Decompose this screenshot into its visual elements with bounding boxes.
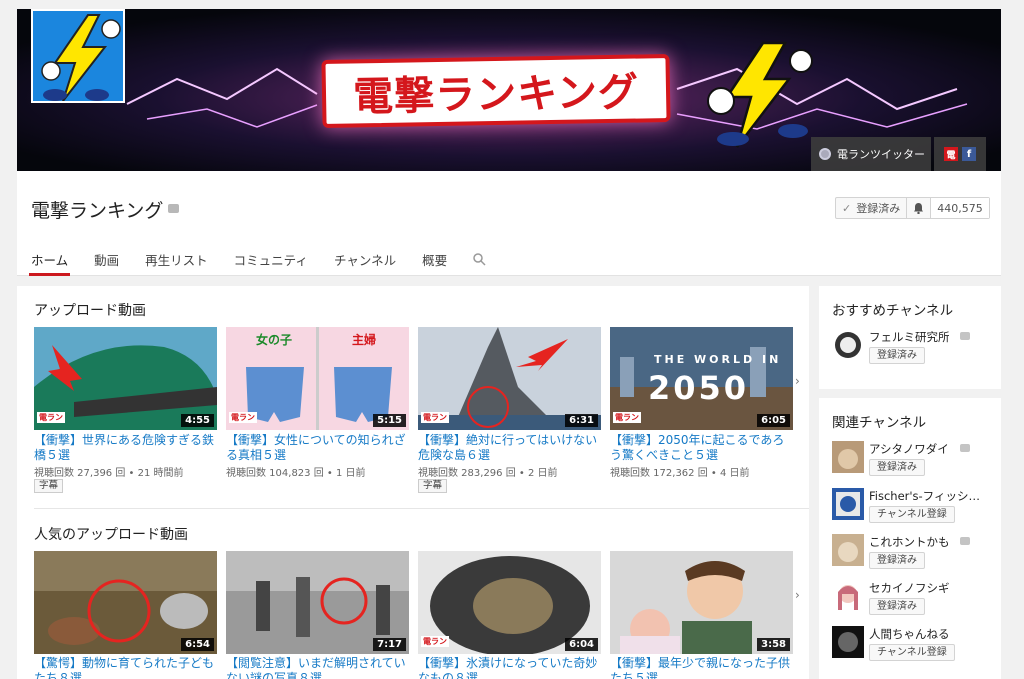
channel-avatar[interactable] — [31, 9, 125, 103]
channel-avatar[interactable] — [832, 626, 864, 658]
related-channels-panel: 関連チャンネル アシタノワダイ 登録済み Fischer's-フィッシ… チャン… — [819, 398, 1001, 679]
recommended-channels-panel: おすすめチャンネル フェルミ研究所 登録済み — [819, 286, 1001, 389]
video-duration: 4:55 — [181, 414, 214, 427]
subscribed-button[interactable]: 登録済み — [869, 552, 925, 569]
related-title: 関連チャンネル — [832, 415, 927, 431]
video-duration: 6:54 — [181, 638, 214, 651]
tab-about[interactable]: 概要 — [422, 243, 447, 276]
video-duration: 3:58 — [757, 638, 790, 651]
dengeki-icon[interactable]: 電 — [944, 147, 958, 161]
video-duration: 5:15 — [373, 414, 406, 427]
video-duration: 7:17 — [373, 638, 406, 651]
channel-header: 電撃ランキング ✓ 登録済み 440,575 ホーム 動画 再生リスト コミュニ… — [17, 171, 1001, 276]
thumb-label-wife: 主婦 — [352, 333, 377, 347]
video-title[interactable]: 【驚愕】動物に育てられた子どもたち８選 — [34, 656, 219, 679]
channel-item: 人間ちゃんねる チャンネル登録 — [832, 626, 998, 666]
caption-badge: 字幕 — [34, 479, 64, 493]
thumb-text-year: 2050 — [648, 369, 750, 407]
video-meta: 視聴回数 104,823 回 • 1 日前 — [226, 468, 366, 479]
video-title[interactable]: 【衝撃】世界にある危険すぎる鉄橋５選 — [34, 433, 219, 463]
banner-title: 電撃ランキング — [321, 53, 671, 129]
channel-item: アシタノワダイ 登録済み — [832, 441, 998, 481]
channel-name[interactable]: アシタノワダイ — [869, 441, 949, 457]
chevron-right-icon[interactable]: › — [795, 374, 800, 388]
subscribe-button[interactable]: チャンネル登録 — [869, 644, 955, 661]
twitter-link-label: 電ランツイッター — [837, 148, 925, 161]
subscribe-group: ✓ 登録済み 440,575 — [835, 197, 990, 219]
thumb-logo: 電ラン — [421, 412, 449, 423]
check-icon: ✓ — [842, 201, 852, 215]
thumb-label-girl: 女の子 — [256, 333, 293, 347]
bell-icon — [914, 203, 924, 214]
channel-avatar[interactable] — [832, 580, 864, 612]
social-links: 電 f — [934, 137, 986, 171]
main-content: アップロード動画 4:55 女の子 主婦 5:15 6:31 THE WORLD… — [17, 286, 809, 679]
channel-name[interactable]: これホントかも — [869, 534, 950, 550]
subscribed-label: 登録済み — [856, 202, 901, 215]
video-thumbnail[interactable]: 6:54 — [34, 551, 217, 654]
tab-home[interactable]: ホーム — [28, 243, 71, 276]
channel-name[interactable]: 人間ちゃんねる — [869, 626, 950, 642]
channel-avatar[interactable] — [832, 329, 864, 361]
section-title-popular[interactable]: 人気のアップロード動画 — [34, 524, 188, 544]
verified-icon — [960, 444, 970, 452]
thumb-logo: 電ラン — [421, 636, 449, 647]
video-title[interactable]: 【衝撃】女性についての知られざる真相５選 — [226, 433, 411, 463]
subscribed-button[interactable]: 登録済み — [869, 459, 925, 476]
section-divider — [34, 508, 809, 509]
channel-name[interactable]: セカイノフシギ — [869, 580, 950, 596]
channel-avatar[interactable] — [832, 488, 864, 520]
globe-icon — [819, 148, 831, 160]
thumb-logo: 電ラン — [613, 412, 641, 423]
chevron-right-icon[interactable]: › — [795, 588, 800, 602]
channel-avatar[interactable] — [832, 534, 864, 566]
video-duration: 6:31 — [565, 414, 598, 427]
video-duration: 6:05 — [757, 414, 790, 427]
verified-icon — [960, 537, 970, 545]
subscribe-button[interactable]: チャンネル登録 — [869, 506, 955, 523]
subscribed-button[interactable]: 登録済み — [869, 598, 925, 615]
video-meta: 視聴回数 283,296 回 • 2 日前 — [418, 468, 558, 479]
channel-banner: 電撃ランキング 電ランツイッター 電 f — [17, 9, 1001, 171]
notification-bell-button[interactable] — [907, 198, 932, 218]
mascot-image — [707, 41, 813, 148]
channel-item: これホントかも 登録済み — [832, 534, 998, 574]
tab-playlists[interactable]: 再生リスト — [145, 243, 208, 276]
video-title[interactable]: 【衝撃】氷漬けになっていた奇妙なもの８選 — [418, 656, 603, 679]
video-meta: 視聴回数 172,362 回 • 4 日前 — [610, 468, 750, 479]
verified-icon — [168, 204, 179, 213]
thumb-logo: 電ラン — [229, 412, 257, 423]
channel-item: フェルミ研究所 登録済み — [832, 329, 998, 369]
tab-channels[interactable]: チャンネル — [334, 243, 396, 276]
recommended-title: おすすめチャンネル — [832, 303, 954, 319]
channel-item: セカイノフシギ 登録済み — [832, 580, 998, 620]
channel-tabs: ホーム 動画 再生リスト コミュニティ チャンネル 概要 — [28, 243, 512, 276]
search-icon[interactable] — [473, 243, 486, 276]
section-title-uploads[interactable]: アップロード動画 — [34, 300, 146, 320]
subscribed-button[interactable]: ✓ 登録済み — [836, 198, 908, 218]
channel-name[interactable]: Fischer's-フィッシ… — [869, 488, 980, 504]
video-title[interactable]: 【閲覧注意】いまだ解明されていない謎の写真８選 — [226, 656, 411, 679]
channel-name[interactable]: フェルミ研究所 — [869, 329, 950, 345]
video-title[interactable]: 【衝撃】2050年に起こるであろう驚くべきこと５選 — [610, 433, 795, 463]
facebook-icon[interactable]: f — [962, 147, 976, 161]
tab-community[interactable]: コミュニティ — [234, 243, 308, 276]
video-thumbnail[interactable]: 7:17 — [226, 551, 409, 654]
video-title[interactable]: 【衝撃】絶対に行ってはいけない危険な島６選 — [418, 433, 603, 463]
video-duration: 6:04 — [565, 638, 598, 651]
subscribed-button[interactable]: 登録済み — [869, 347, 925, 364]
channel-item: Fischer's-フィッシ… チャンネル登録 — [832, 488, 998, 528]
caption-badge: 字幕 — [418, 479, 448, 493]
channel-avatar[interactable] — [832, 441, 864, 473]
video-meta: 視聴回数 27,396 回 • 21 時間前 — [34, 468, 184, 479]
verified-icon — [960, 332, 970, 340]
channel-title: 電撃ランキング — [31, 200, 164, 222]
twitter-link[interactable]: 電ランツイッター — [811, 137, 931, 171]
thumb-logo: 電ラン — [37, 412, 65, 423]
tab-videos[interactable]: 動画 — [94, 243, 119, 276]
thumb-text-world: THE WORLD IN — [654, 353, 782, 366]
subscriber-count: 440,575 — [931, 198, 989, 218]
video-thumbnail[interactable]: 3:58 — [610, 551, 793, 654]
video-title[interactable]: 【衝撃】最年少で親になった子供たち５選 — [610, 656, 795, 679]
